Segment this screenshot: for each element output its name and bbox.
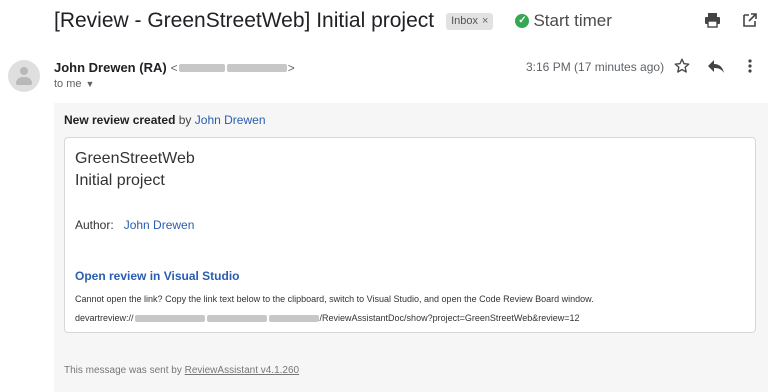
message-actions [672,56,760,76]
open-new-window-icon[interactable] [740,10,760,30]
project-name: GreenStreetWeb [75,150,195,167]
open-review-link[interactable]: Open review in Visual Studio [75,269,239,283]
review-creator-link[interactable]: John Drewen [195,113,266,127]
sender-name[interactable]: John Drewen (RA) [54,60,167,75]
recipient-toggle[interactable]: to me ▼ [54,78,94,90]
footer-line: This message was sent by ReviewAssistant… [64,365,299,376]
message-timestamp: 3:16 PM (17 minutes ago) [526,60,665,74]
author-link[interactable]: John Drewen [124,218,195,232]
redacted-email-part [226,63,287,72]
sender-line: John Drewen (RA) < > [54,60,295,75]
message-body: New review created by John Drewen GreenS… [54,103,768,392]
footer-link[interactable]: ReviewAssistant v4.1.260 [185,365,300,376]
subject-row: [Review - GreenStreetWeb] Initial projec… [54,6,612,36]
remove-label-icon[interactable]: × [482,15,488,27]
print-icon[interactable] [702,10,722,30]
avatar-head-icon [20,67,28,75]
recipient-label: to me [54,78,82,90]
author-label: Author: [75,218,114,232]
start-timer-label: Start timer [533,11,612,30]
check-icon: ✓ [515,14,530,28]
review-url-suffix: /ReviewAssistantDoc/show?project=GreenSt… [319,313,580,323]
inbox-label: Inbox [451,15,479,27]
redacted-url-part [206,314,267,322]
chevron-down-icon: ▼ [85,79,95,89]
redacted-email-part [178,63,225,72]
email-subject: [Review - GreenStreetWeb] Initial projec… [54,9,435,32]
avatar-body-icon [16,77,32,85]
review-created-by: by [178,113,192,127]
header-actions [702,10,760,30]
redacted-url-part [134,314,205,322]
sender-email: < > [171,61,295,75]
review-created-label: New review created [64,113,176,127]
review-created-line: New review created by John Drewen [64,113,266,127]
review-url-prefix: devartreview:// [75,313,134,323]
reply-icon[interactable] [706,56,726,76]
avatar [8,60,40,92]
start-timer-button[interactable]: ✓ Start timer [515,11,612,31]
author-line: Author: John Drewen [75,218,194,232]
review-url: devartreview:// /ReviewAssistantDoc/show… [75,313,580,323]
project-description: Initial project [75,172,165,189]
sender-email-close: > [287,60,295,75]
link-hint: Cannot open the link? Copy the link text… [75,294,594,304]
review-card: GreenStreetWeb Initial project Author: J… [64,137,756,333]
star-icon[interactable] [672,56,692,76]
footer-text: This message was sent by [64,365,182,376]
inbox-label-chip[interactable]: Inbox × [446,12,494,30]
sender-email-open: < [170,60,178,75]
redacted-url-part [268,314,319,322]
more-vert-icon[interactable] [740,56,760,76]
